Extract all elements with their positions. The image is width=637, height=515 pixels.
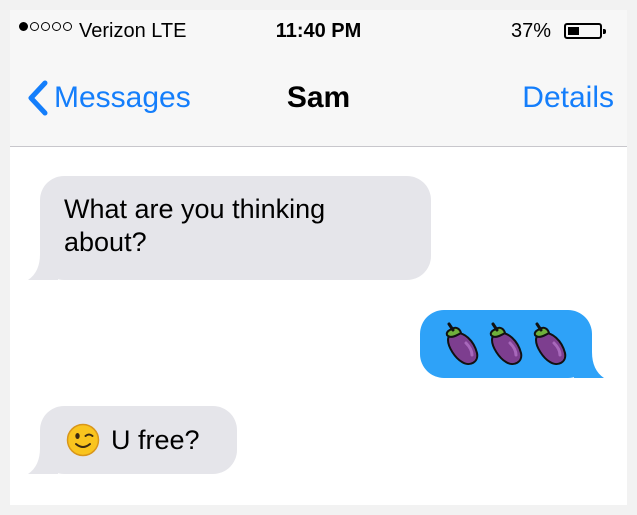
eggplant-icon <box>533 322 567 365</box>
message-text: U free? <box>111 424 200 455</box>
navigation-bar: Verizon LTE 11:40 PM 37% Messages Sam De… <box>10 10 627 147</box>
bubble-tail <box>28 254 58 280</box>
incoming-message-bubble[interactable]: U free? <box>28 406 237 474</box>
outgoing-message-bubble[interactable] <box>420 310 604 378</box>
message-emoji-group <box>442 321 570 367</box>
battery-icon <box>564 23 606 39</box>
details-button[interactable]: Details <box>522 81 614 115</box>
incoming-message-bubble[interactable]: What are you thinking about? <box>28 176 431 280</box>
phone-screen: Verizon LTE 11:40 PM 37% Messages Sam De… <box>10 10 627 505</box>
battery-percent: 37% <box>510 20 551 42</box>
eggplant-icon <box>445 322 479 365</box>
message-text: What are you thinking about? <box>64 194 326 257</box>
status-bar: Verizon LTE 11:40 PM 37% <box>10 10 627 54</box>
bubble-tail <box>574 352 604 378</box>
bubble-tail <box>28 448 58 474</box>
winking-face-icon <box>66 423 100 457</box>
eggplant-icon <box>489 322 523 365</box>
